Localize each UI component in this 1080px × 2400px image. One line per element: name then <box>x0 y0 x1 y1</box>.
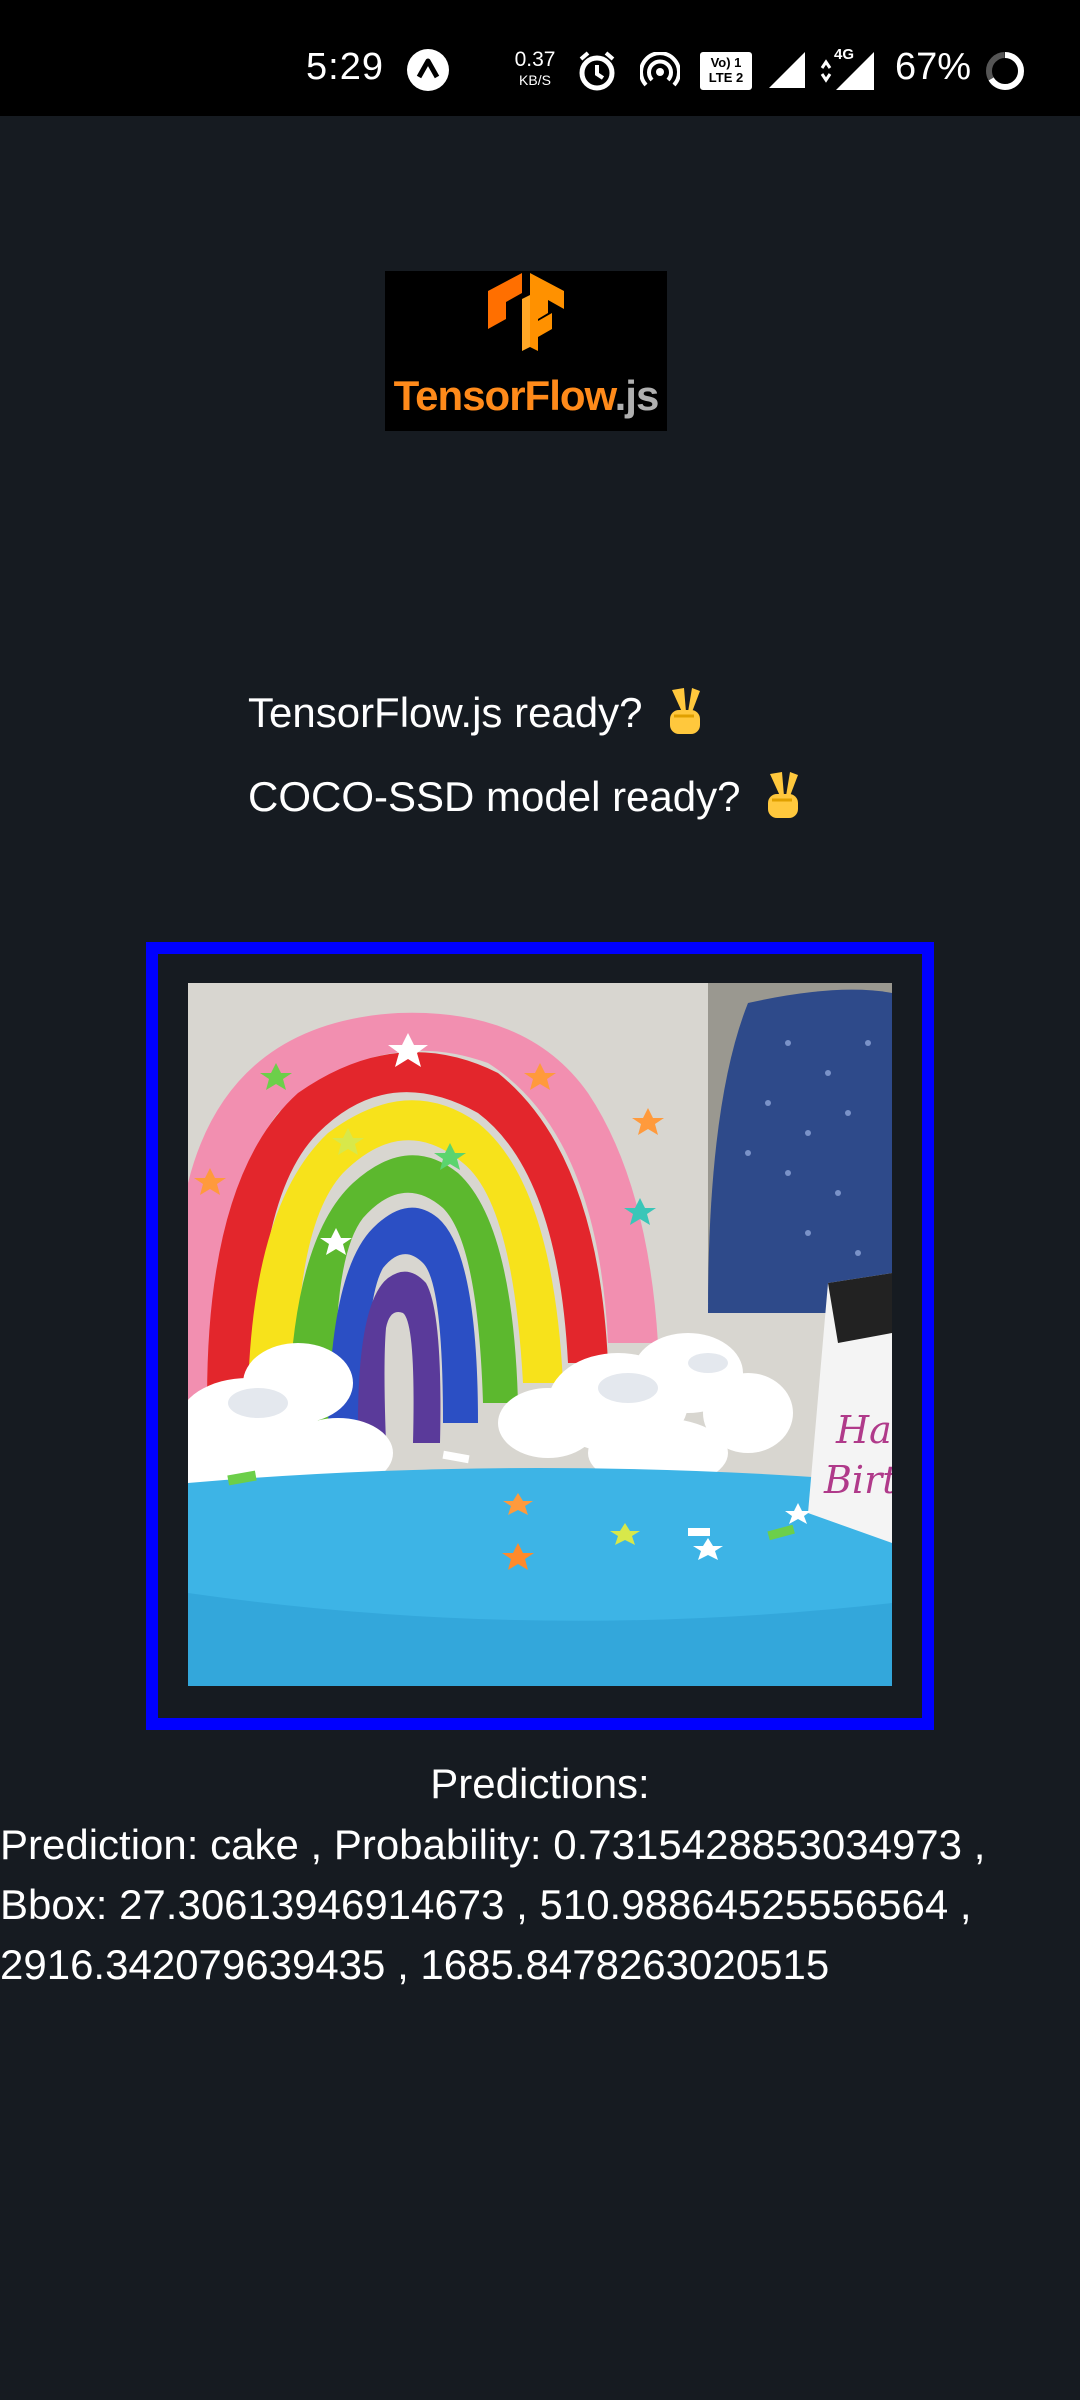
predictions-title: Predictions: <box>430 1760 650 1807</box>
prediction-result-text: Prediction: cake , Probability: 0.731542… <box>0 1821 986 1988</box>
battery-ring-icon <box>984 50 1026 97</box>
logo-wordmark: TensorFlow.js <box>385 372 667 420</box>
coco-ready-status: COCO-SSD model ready? <box>248 770 804 830</box>
logo-word-suffix: .js <box>614 372 660 419</box>
logo-word-main: TensorFlow <box>393 372 616 419</box>
volte-label-bottom: LTE 2 <box>708 70 744 85</box>
net-speed-unit: KB/S <box>519 72 551 88</box>
tensorflow-mark-icon <box>488 273 564 351</box>
hotspot-icon <box>639 51 681 97</box>
signal-icon <box>767 50 807 95</box>
coco-ready-label: COCO-SSD model ready? <box>248 773 741 821</box>
tf-ready-label: TensorFlow.js ready? <box>248 689 643 737</box>
volte-icon: Vo) 1 LTE 2 <box>700 52 752 90</box>
status-bar: 5:29 0.37 KB/S Vo) 1 LTE 2 4G 67% <box>0 0 1080 116</box>
cake-photo: Ha Birt <box>188 983 892 1686</box>
volte-label-top: Vo) 1 <box>710 55 742 70</box>
victory-hand-icon <box>664 686 706 746</box>
tf-ready-status: TensorFlow.js ready? <box>248 686 706 746</box>
svg-text:Ha: Ha <box>835 1408 892 1452</box>
app-notification-icon <box>406 48 450 97</box>
status-time: 5:29 <box>306 46 384 88</box>
net-speed-value: 0.37 <box>514 48 556 71</box>
tensorflow-logo: TensorFlow.js <box>385 271 667 431</box>
network-type: 4G <box>834 46 855 63</box>
net-speed: 0.37 KB/S <box>510 48 560 90</box>
battery-percent: 67% <box>895 46 972 88</box>
victory-hand-icon <box>762 770 804 830</box>
svg-text:Birt: Birt <box>823 1458 892 1502</box>
alarm-icon <box>577 50 617 97</box>
